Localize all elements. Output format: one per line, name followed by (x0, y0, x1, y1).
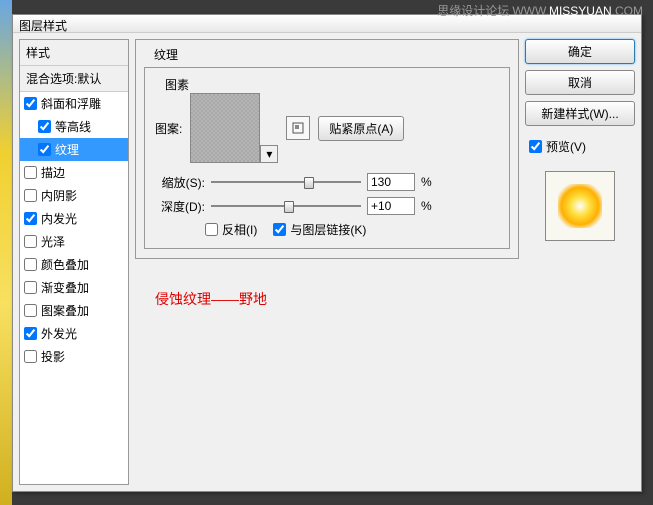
style-item-11[interactable]: 投影 (20, 345, 128, 368)
pattern-dropdown-icon[interactable]: ▾ (260, 145, 278, 163)
invert-checkbox[interactable] (205, 223, 218, 236)
style-checkbox-5[interactable] (24, 212, 37, 225)
check-row: 反相(I) 与图层链接(K) (205, 221, 499, 238)
invert-text: 反相(I) (222, 221, 257, 238)
preview-glow (558, 184, 602, 228)
style-checkbox-11[interactable] (24, 350, 37, 363)
link-checkbox[interactable] (273, 223, 286, 236)
style-label-3: 描边 (41, 164, 65, 181)
style-label-5: 内发光 (41, 210, 77, 227)
style-checkbox-1[interactable] (38, 120, 51, 133)
ok-button[interactable]: 确定 (525, 39, 635, 64)
style-checkbox-0[interactable] (24, 97, 37, 110)
middle-panel: 纹理 图素 图案: ▾ 贴紧原点(A) (135, 39, 519, 485)
scale-unit: % (421, 175, 432, 189)
watermark-url2: MISSYUAN (549, 4, 612, 18)
preview-swatch (545, 171, 615, 241)
texture-fieldset: 纹理 图素 图案: ▾ 贴紧原点(A) (135, 39, 519, 259)
style-checkbox-9[interactable] (24, 304, 37, 317)
depth-slider[interactable] (211, 199, 361, 213)
style-checkbox-6[interactable] (24, 235, 37, 248)
style-label-11: 投影 (41, 348, 65, 365)
style-item-7[interactable]: 颜色叠加 (20, 253, 128, 276)
style-item-8[interactable]: 渐变叠加 (20, 276, 128, 299)
style-checkbox-8[interactable] (24, 281, 37, 294)
texture-title: 纹理 (150, 46, 182, 63)
link-text: 与图层链接(K) (290, 221, 366, 238)
window-edge-gradient (0, 0, 12, 505)
style-item-6[interactable]: 光泽 (20, 230, 128, 253)
style-label-4: 内阴影 (41, 187, 77, 204)
style-item-3[interactable]: 描边 (20, 161, 128, 184)
annotation-note: 侵蚀纹理——野地 (155, 289, 519, 309)
right-panel: 确定 取消 新建样式(W)... 预览(V) (525, 39, 635, 485)
scale-label: 缩放(S): (155, 174, 205, 191)
preview-checkbox-label[interactable]: 预览(V) (525, 138, 635, 155)
dialog-title: 图层样式 (19, 19, 67, 33)
styles-header[interactable]: 样式 (20, 40, 128, 66)
snap-origin-button[interactable]: 贴紧原点(A) (318, 116, 404, 141)
watermark-url3: .COM (612, 4, 643, 18)
blend-options-header[interactable]: 混合选项:默认 (20, 66, 128, 92)
style-label-1: 等高线 (55, 118, 91, 135)
scale-row: 缩放(S): % (155, 173, 499, 191)
style-label-0: 斜面和浮雕 (41, 95, 101, 112)
new-preset-button[interactable] (286, 116, 310, 140)
elements-fieldset: 图素 图案: ▾ 贴紧原点(A) 缩放(S): (144, 67, 510, 249)
style-label-9: 图案叠加 (41, 302, 89, 319)
style-label-8: 渐变叠加 (41, 279, 89, 296)
style-checkbox-4[interactable] (24, 189, 37, 202)
style-checkbox-2[interactable] (38, 143, 51, 156)
watermark: 思缘设计论坛 WWW.MISSYUAN.COM (437, 2, 643, 19)
style-list: 斜面和浮雕等高线纹理描边内阴影内发光光泽颜色叠加渐变叠加图案叠加外发光投影 (20, 92, 128, 484)
scale-slider[interactable] (211, 175, 361, 189)
pattern-swatch[interactable] (190, 93, 260, 163)
pattern-label: 图案: (155, 120, 182, 137)
style-item-5[interactable]: 内发光 (20, 207, 128, 230)
depth-unit: % (421, 199, 432, 213)
elements-title: 图素 (161, 76, 193, 93)
style-item-0[interactable]: 斜面和浮雕 (20, 92, 128, 115)
dialog-content: 样式 混合选项:默认 斜面和浮雕等高线纹理描边内阴影内发光光泽颜色叠加渐变叠加图… (13, 33, 641, 491)
new-preset-icon (291, 121, 305, 135)
style-label-10: 外发光 (41, 325, 77, 342)
style-item-9[interactable]: 图案叠加 (20, 299, 128, 322)
style-label-7: 颜色叠加 (41, 256, 89, 273)
style-item-4[interactable]: 内阴影 (20, 184, 128, 207)
style-label-2: 纹理 (55, 141, 79, 158)
depth-thumb[interactable] (284, 201, 294, 213)
style-checkbox-10[interactable] (24, 327, 37, 340)
style-checkbox-7[interactable] (24, 258, 37, 271)
new-style-button[interactable]: 新建样式(W)... (525, 101, 635, 126)
depth-row: 深度(D): % (155, 197, 499, 215)
style-checkbox-3[interactable] (24, 166, 37, 179)
style-item-10[interactable]: 外发光 (20, 322, 128, 345)
styles-box: 样式 混合选项:默认 斜面和浮雕等高线纹理描边内阴影内发光光泽颜色叠加渐变叠加图… (19, 39, 129, 485)
style-label-6: 光泽 (41, 233, 65, 250)
invert-checkbox-label[interactable]: 反相(I) (205, 221, 257, 238)
left-panel: 样式 混合选项:默认 斜面和浮雕等高线纹理描边内阴影内发光光泽颜色叠加渐变叠加图… (19, 39, 129, 485)
cancel-button[interactable]: 取消 (525, 70, 635, 95)
depth-label: 深度(D): (155, 198, 205, 215)
preview-text: 预览(V) (546, 138, 586, 155)
scale-thumb[interactable] (304, 177, 314, 189)
depth-input[interactable] (367, 197, 415, 215)
layer-style-dialog: 图层样式 样式 混合选项:默认 斜面和浮雕等高线纹理描边内阴影内发光光泽颜色叠加… (12, 14, 642, 492)
scale-input[interactable] (367, 173, 415, 191)
watermark-text: 思缘设计论坛 (437, 4, 509, 18)
pattern-row: 图案: ▾ 贴紧原点(A) (155, 93, 499, 163)
style-item-1[interactable]: 等高线 (20, 115, 128, 138)
watermark-url1: WWW. (512, 4, 549, 18)
style-item-2[interactable]: 纹理 (20, 138, 128, 161)
preview-checkbox[interactable] (529, 140, 542, 153)
link-checkbox-label[interactable]: 与图层链接(K) (273, 221, 366, 238)
